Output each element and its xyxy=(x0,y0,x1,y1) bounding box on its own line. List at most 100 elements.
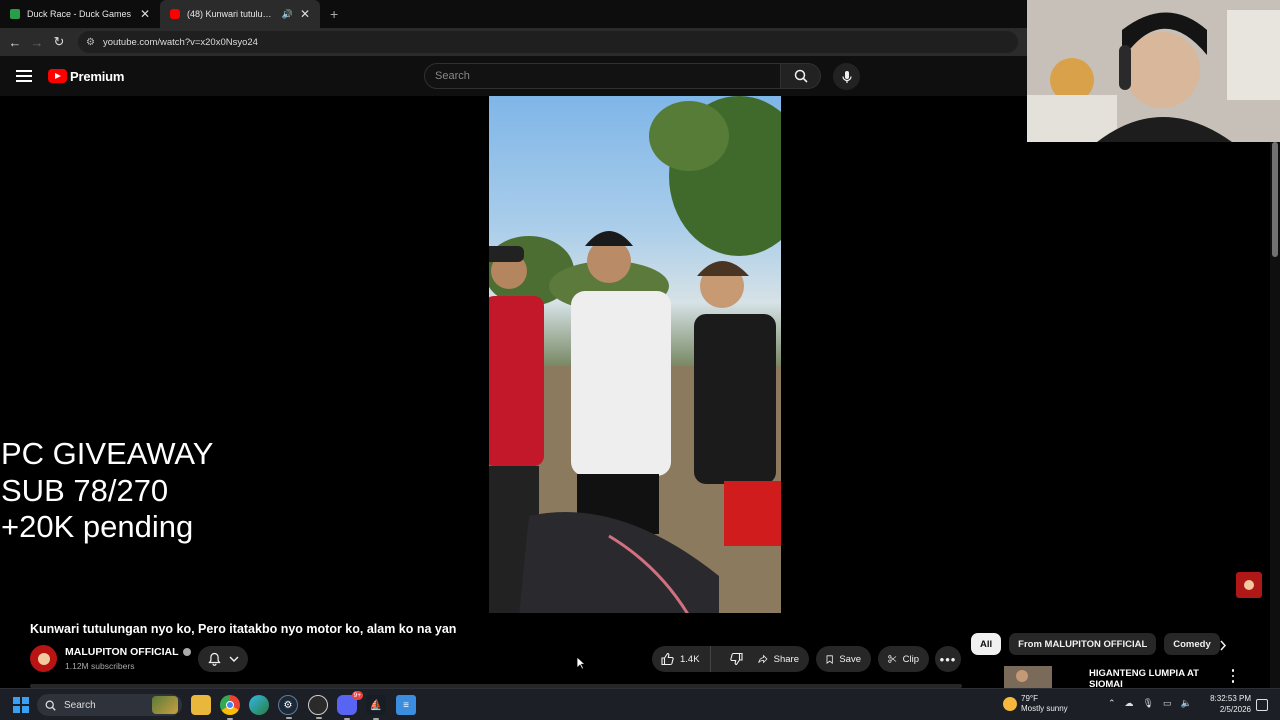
page-scrollbar-thumb[interactable] xyxy=(1272,142,1278,257)
obs-icon[interactable] xyxy=(308,695,328,719)
chevron-right-icon xyxy=(1220,640,1227,650)
taskbar-search-label: Search xyxy=(64,699,96,711)
notification-icon[interactable] xyxy=(1256,699,1268,711)
giveaway-overlay-text: PC GIVEAWAY SUB 78/270 +20K pending xyxy=(1,436,213,546)
share-button[interactable]: Share xyxy=(748,646,809,672)
weather-condition: Mostly sunny xyxy=(1021,704,1068,713)
recommended-video-title[interactable]: HIGANTENG LUMPIA AT SIOMAI xyxy=(1089,668,1209,690)
search-icon xyxy=(794,69,808,83)
channel-name-text: MALUPITON OFFICIAL xyxy=(65,646,179,658)
video-player[interactable]: PC GIVEAWAY SUB 78/270 +20K pending xyxy=(0,96,1280,613)
recommended-title-line-1: HIGANTENG LUMPIA AT xyxy=(1089,668,1199,679)
scissors-icon xyxy=(888,655,897,663)
discord-icon[interactable]: 9+ xyxy=(337,691,363,720)
network-icon[interactable]: ▭ xyxy=(1163,698,1172,709)
site-settings-icon[interactable]: ⚙ xyxy=(86,37,95,48)
chips-next-button[interactable] xyxy=(1215,637,1231,653)
arrow-right-icon: → xyxy=(30,34,44,50)
bell-icon xyxy=(207,652,221,666)
video-frame[interactable] xyxy=(489,96,781,613)
recommended-more-icon[interactable] xyxy=(1228,668,1238,684)
sun-icon xyxy=(1003,697,1017,711)
url-text: youtube.com/watch?v=x20x0Nsyo24 xyxy=(102,36,258,48)
reload-button[interactable]: ↻ xyxy=(50,33,68,51)
address-bar[interactable]: ⚙ youtube.com/watch?v=x20x0Nsyo24 xyxy=(78,31,1018,53)
search-icon xyxy=(45,700,56,711)
reload-icon: ↻ xyxy=(53,34,65,49)
search-input[interactable]: Search xyxy=(424,63,781,89)
close-tab-icon[interactable]: ✕ xyxy=(300,7,310,21)
clip-button[interactable]: Clip xyxy=(878,646,929,672)
weather-temp: 79°F xyxy=(1021,694,1038,703)
file-explorer-icon[interactable] xyxy=(191,695,211,715)
more-horizontal-icon: ••• xyxy=(939,651,957,667)
channel-avatar[interactable] xyxy=(30,645,57,672)
browser-tab-duck-race[interactable]: Duck Race - Duck Games ✕ xyxy=(0,0,160,28)
arrow-left-icon: ← xyxy=(8,34,22,50)
video-title: Kunwari tutulungan nyo ko, Pero itatakbo… xyxy=(30,622,457,636)
chip-from-channel[interactable]: From MALUPITON OFFICIAL xyxy=(1009,633,1157,655)
overlay-line-3: +20K pending xyxy=(1,509,194,544)
channel-name[interactable]: MALUPITON OFFICIAL xyxy=(65,646,191,658)
back-button[interactable]: ← xyxy=(6,33,24,51)
microphone-icon xyxy=(841,70,852,83)
screen: { "browser": { "tabs": [ {"title": "Duck… xyxy=(0,0,1280,720)
subscription-bell-button[interactable] xyxy=(198,646,248,672)
share-label: Share xyxy=(773,653,799,665)
steam-app-icon[interactable]: ⛵ xyxy=(366,695,386,720)
mouse-cursor-icon xyxy=(576,656,586,670)
like-button[interactable]: 1.4K xyxy=(652,646,711,672)
search-button[interactable] xyxy=(781,63,821,89)
windows-taskbar: Search ⚙ 9+ ⛵ ≡ 79°F Mostly sunny ⌃ ☁ 🎙 … xyxy=(0,688,1280,720)
onedrive-icon[interactable]: ☁ xyxy=(1125,698,1134,709)
discord-badge: 9+ xyxy=(351,691,363,700)
save-label: Save xyxy=(839,653,861,665)
more-actions-button[interactable]: ••• xyxy=(935,646,961,672)
plus-icon: + xyxy=(330,6,339,22)
forward-button[interactable]: → xyxy=(28,33,46,51)
channel-watermark-icon[interactable] xyxy=(1236,572,1262,598)
chip-all[interactable]: All xyxy=(971,633,1002,655)
steam-icon[interactable]: ⚙ xyxy=(278,695,298,719)
chevron-up-icon[interactable]: ⌃ xyxy=(1108,698,1116,709)
youtube-logo[interactable]: Premium xyxy=(48,69,124,84)
youtube-play-icon xyxy=(48,69,67,83)
notepad-icon[interactable]: ≡ xyxy=(396,695,416,715)
chip-comedy[interactable]: Comedy xyxy=(1164,633,1220,655)
taskbar-clock[interactable]: 8:32:53 PM 2/5/2026 xyxy=(1205,693,1251,715)
chevron-down-icon xyxy=(229,656,238,662)
microphone-icon[interactable]: 🎙 xyxy=(1143,698,1154,709)
browser-tab-strip: Duck Race - Duck Games ✕ (48) Kunwari tu… xyxy=(0,0,1027,28)
browser-tab-youtube[interactable]: (48) Kunwari tutulungan nyo ko, Pero ita… xyxy=(160,0,320,28)
voice-search-button[interactable] xyxy=(833,63,860,90)
overlay-line-2: SUB 78/270 xyxy=(1,472,169,508)
bookmark-icon xyxy=(826,654,833,664)
webcam-overlay xyxy=(1027,0,1280,142)
recommended-thumbnail-image xyxy=(972,666,1082,688)
thumbs-up-icon xyxy=(661,652,674,666)
subscriber-count: 1.12M subscribers xyxy=(65,661,135,671)
search-highlight-image xyxy=(152,696,178,714)
save-button[interactable]: Save xyxy=(816,646,871,672)
menu-icon[interactable] xyxy=(16,70,32,82)
recommended-video-thumbnail[interactable] xyxy=(972,666,1082,688)
search-bar: Search xyxy=(424,63,821,89)
weather-widget[interactable]: 79°F Mostly sunny xyxy=(1003,694,1068,714)
windows-start-icon[interactable] xyxy=(13,697,29,713)
clock-time: 8:32:53 PM xyxy=(1210,694,1251,703)
speaker-icon[interactable]: 🔊 xyxy=(282,9,293,20)
youtube-logo-text: Premium xyxy=(70,68,125,84)
chrome-icon[interactable] xyxy=(220,695,240,720)
edge-icon[interactable] xyxy=(249,695,269,715)
tab-title: (48) Kunwari tutulungan nyo ko, Pero ita… xyxy=(187,9,275,19)
video-scene-image xyxy=(489,96,781,613)
verified-icon xyxy=(182,648,191,656)
volume-icon[interactable]: 🔈 xyxy=(1181,698,1192,709)
new-tab-button[interactable]: + xyxy=(320,0,348,28)
search-placeholder: Search xyxy=(435,70,470,82)
tab-title: Duck Race - Duck Games xyxy=(27,9,132,19)
duck-games-favicon-icon xyxy=(10,9,20,19)
close-tab-icon[interactable]: ✕ xyxy=(140,7,150,21)
taskbar-search-box[interactable]: Search xyxy=(37,694,182,716)
overlay-line-1: PC GIVEAWAY xyxy=(1,436,214,471)
